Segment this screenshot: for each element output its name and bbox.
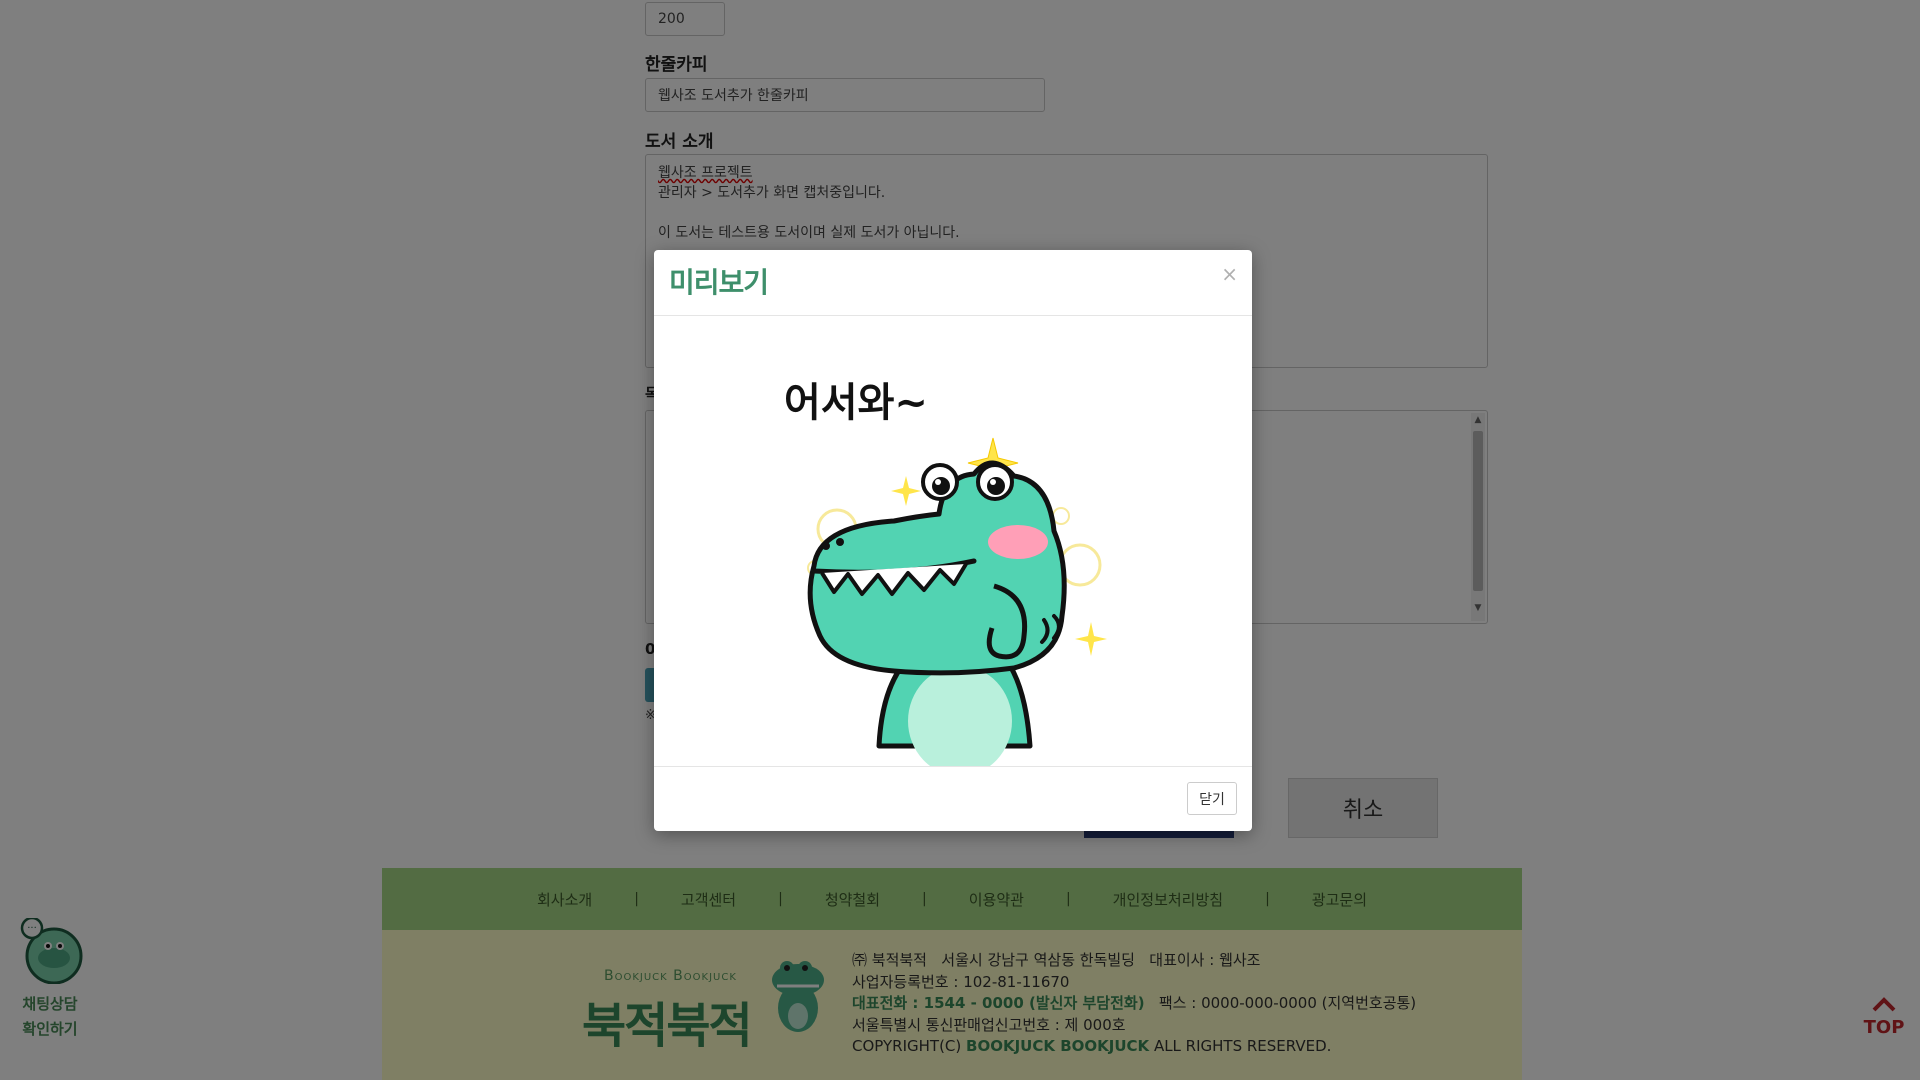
modal-footer: 닫기: [654, 766, 1252, 831]
modal-header: 미리보기 ×: [654, 250, 1252, 316]
modal-title: 미리보기: [669, 266, 769, 299]
sticker-text: 어서와~: [784, 380, 928, 426]
preview-modal: 미리보기 × 어서와~ 닫기: [654, 250, 1252, 831]
crocodile-sticker-image: 어서와~: [784, 380, 1107, 776]
modal-body: 어서와~: [654, 316, 1252, 776]
close-icon[interactable]: ×: [1221, 264, 1238, 284]
close-button[interactable]: 닫기: [1187, 782, 1237, 815]
